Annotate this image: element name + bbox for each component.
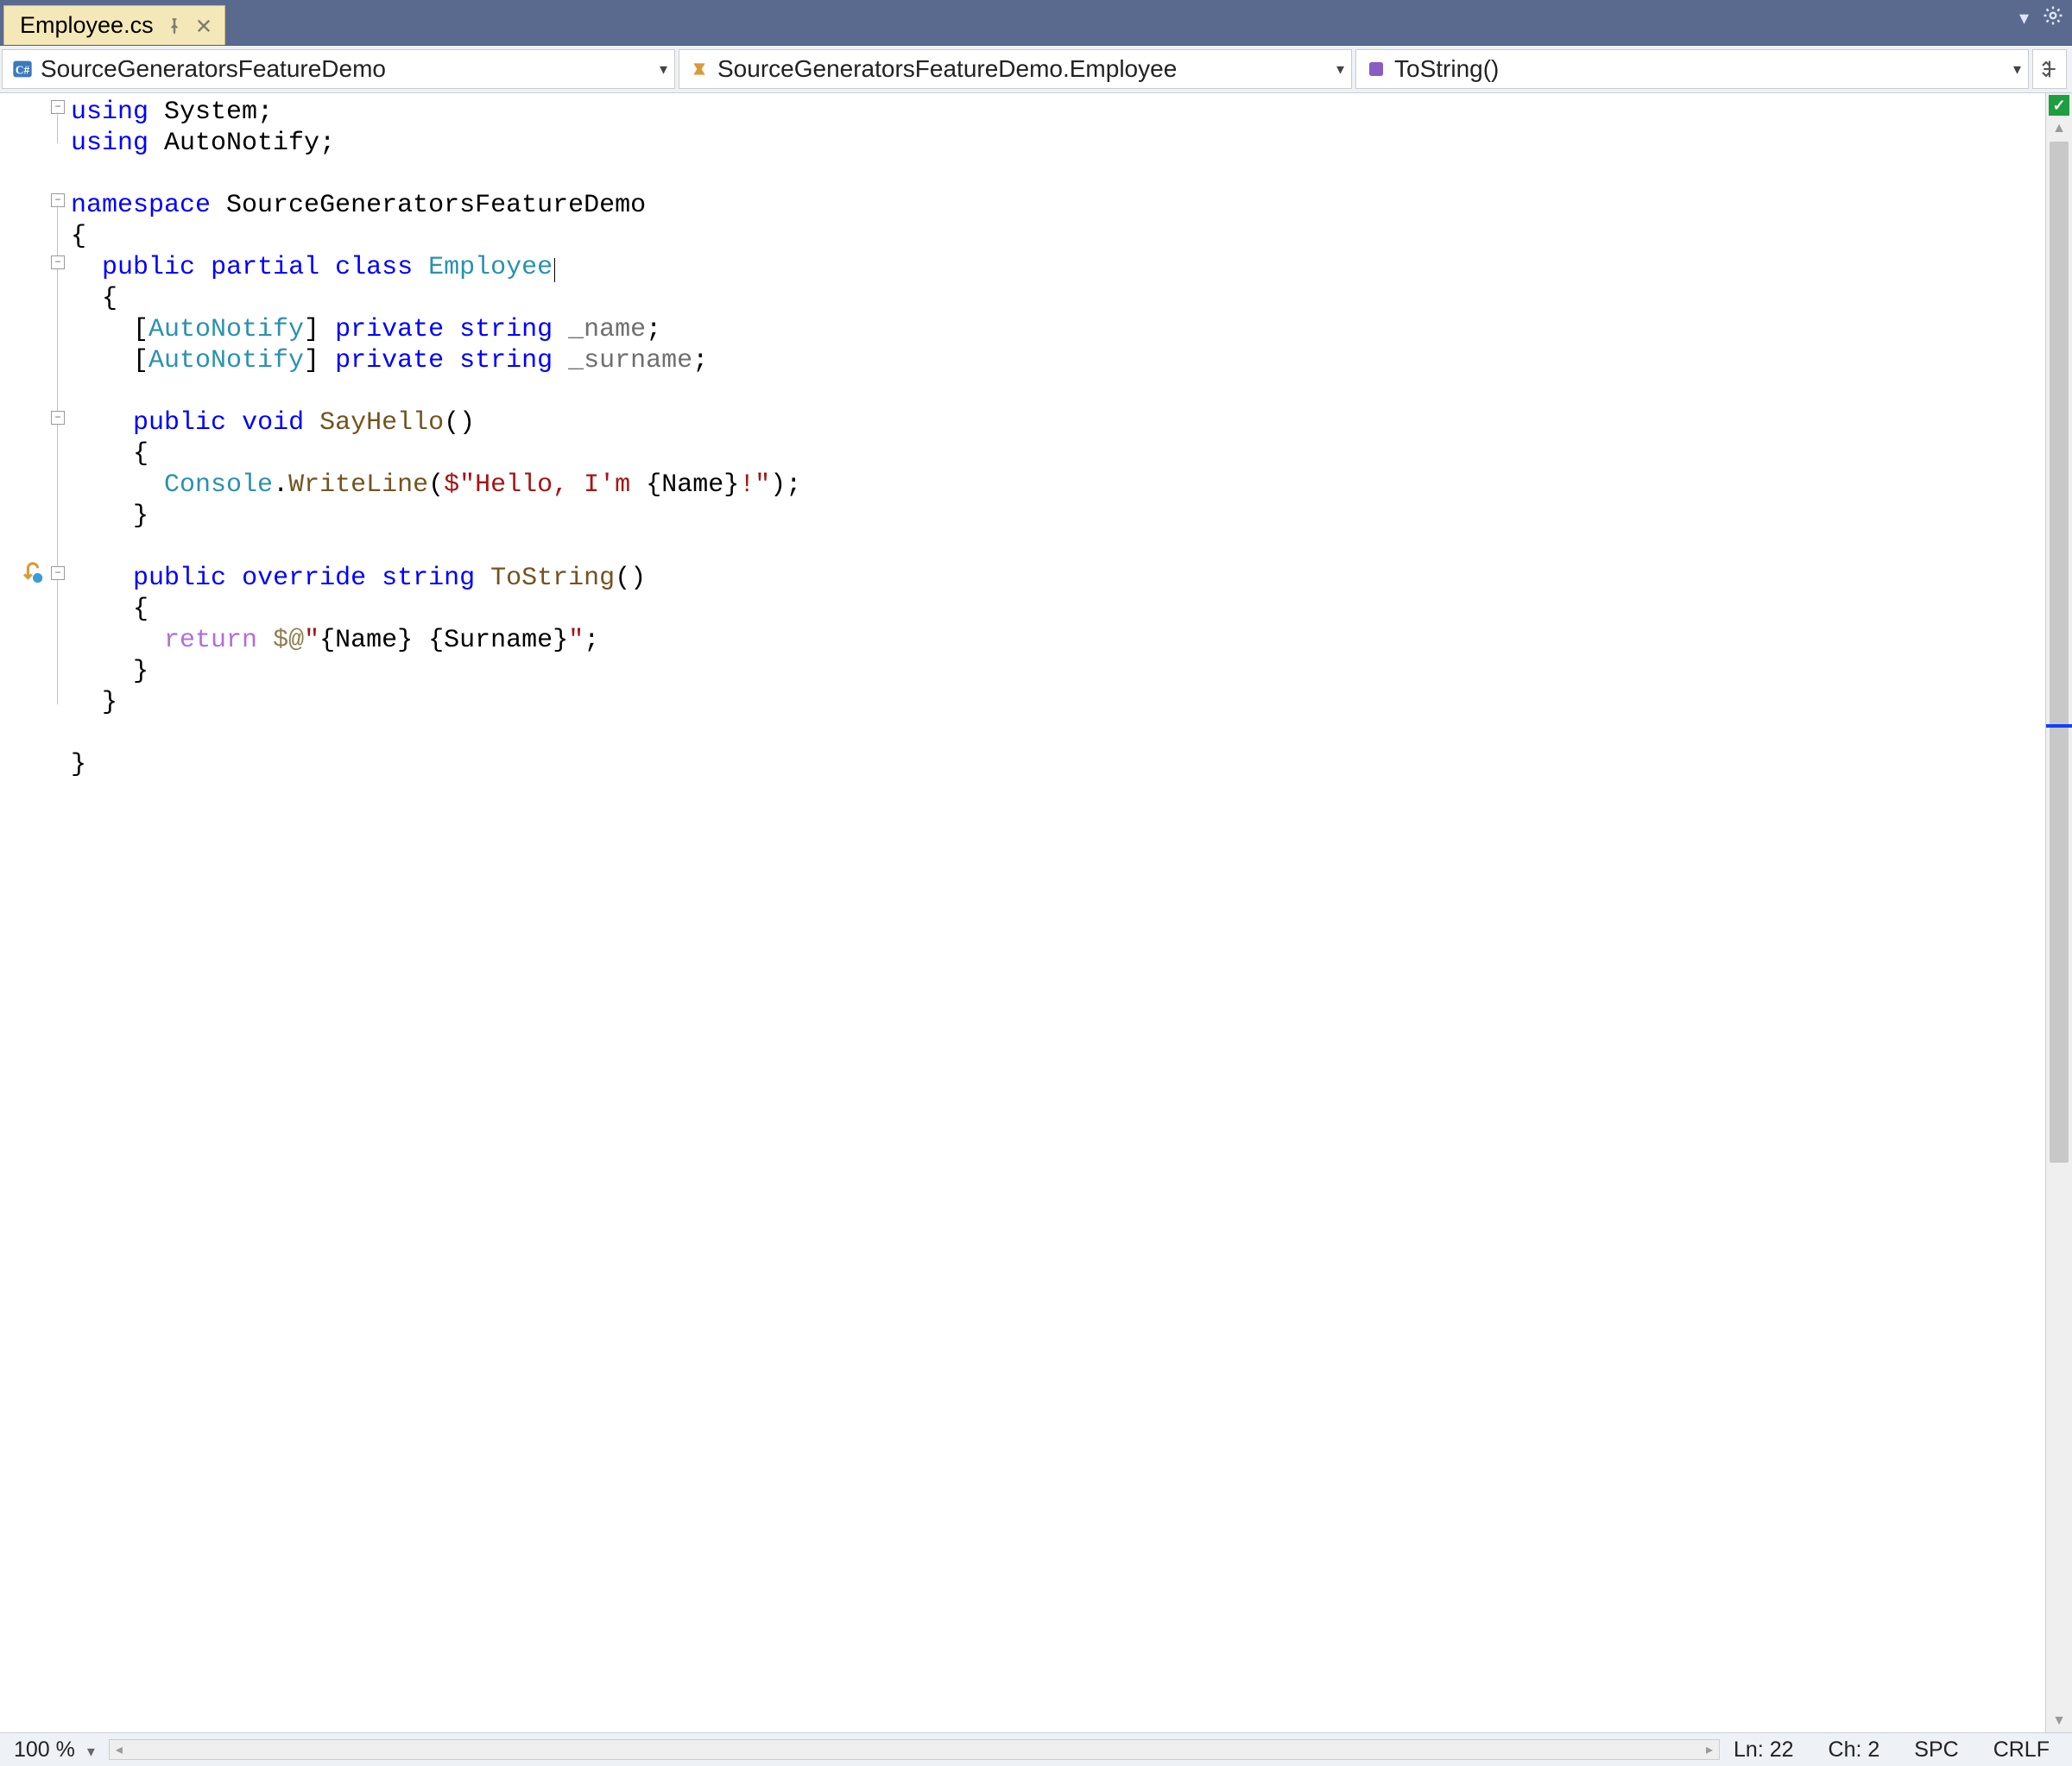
token-attribute: AutoNotify: [148, 346, 304, 375]
glyph-margin: [0, 93, 48, 1732]
project-dropdown[interactable]: C# SourceGeneratorsFeatureDemo: [2, 49, 675, 89]
token-string: "Hello, I'm: [459, 470, 646, 500]
horizontal-scrollbar[interactable]: ◂ ▸: [109, 1739, 1720, 1760]
active-files-dropdown-icon[interactable]: [2014, 5, 2029, 28]
fold-toggle[interactable]: −: [51, 411, 65, 425]
method-icon: [1365, 58, 1387, 80]
close-icon[interactable]: [195, 17, 212, 35]
member-dropdown[interactable]: ToString(): [1355, 49, 2029, 89]
text-caret: [554, 258, 555, 282]
fold-toggle[interactable]: −: [51, 100, 65, 114]
status-items: Ln: 22 Ch: 2 SPC CRLF: [1725, 1738, 2072, 1763]
svg-text:C#: C#: [16, 63, 30, 76]
type-dropdown[interactable]: SourceGeneratorsFeatureDemo.Employee: [679, 49, 1352, 89]
token-keyword: override: [242, 564, 366, 593]
token-namespace: SourceGeneratorsFeatureDemo: [226, 191, 646, 220]
token-type: Employee: [428, 253, 553, 282]
token-type: Console: [164, 470, 273, 500]
scroll-up-icon[interactable]: ▲: [2046, 121, 2072, 136]
overview-ruler-caret-mark: [2046, 724, 2072, 728]
token-method: WriteLine: [288, 470, 428, 500]
token-keyword: void: [242, 408, 304, 438]
fold-toggle[interactable]: −: [51, 255, 65, 269]
token-keyword: using: [71, 129, 148, 158]
token-keyword: return: [164, 626, 257, 655]
token-method: SayHello: [319, 408, 444, 438]
token-keyword: using: [71, 98, 148, 127]
vertical-scrollbar-thumb[interactable]: [2050, 142, 2069, 1163]
token-keyword: string: [382, 564, 475, 593]
token-keyword: namespace: [71, 191, 211, 220]
token-keyword: string: [459, 346, 553, 375]
code-editor: − − − − − using System; using AutoNotify…: [0, 93, 2072, 1732]
token-keyword: private: [335, 315, 444, 344]
token-field: _name: [568, 315, 646, 344]
code-navigation-bar: C# SourceGeneratorsFeatureDemo SourceGen…: [0, 46, 2072, 93]
split-editor-button[interactable]: [2032, 49, 2067, 89]
token-field: _surname: [568, 346, 692, 375]
status-line-ending[interactable]: CRLF: [1993, 1738, 2050, 1763]
token-method: ToString: [490, 564, 615, 593]
token-string: !": [739, 470, 770, 500]
fold-toggle[interactable]: −: [51, 566, 65, 580]
token-string-prefix: $@: [273, 626, 304, 655]
token-namespace: System: [164, 98, 257, 127]
document-tab-employee[interactable]: Employee.cs: [3, 5, 225, 45]
class-icon: [688, 58, 711, 80]
overview-ruler[interactable]: ▲ ▼: [2045, 93, 2072, 1732]
error-indicator-ok-icon[interactable]: [2049, 95, 2069, 116]
token-keyword: class: [335, 253, 413, 282]
code-text-area[interactable]: using System; using AutoNotify; namespac…: [67, 93, 2045, 1732]
token-namespace: AutoNotify: [164, 129, 319, 158]
token-keyword: public: [102, 253, 195, 282]
token-string: ": [304, 626, 319, 655]
document-tab-strip: Employee.cs: [0, 0, 2072, 46]
type-dropdown-label: SourceGeneratorsFeatureDemo.Employee: [717, 55, 1324, 83]
gear-icon[interactable]: [2043, 5, 2063, 28]
token-keyword: public: [133, 564, 226, 593]
scroll-right-icon[interactable]: ▸: [1700, 1740, 1719, 1759]
chevron-down-icon: [79, 1738, 95, 1763]
override-glyph-icon[interactable]: [21, 561, 45, 585]
fold-toggle[interactable]: −: [51, 193, 65, 207]
token-keyword: string: [459, 315, 553, 344]
project-dropdown-label: SourceGeneratorsFeatureDemo: [41, 55, 648, 83]
token-string: $: [444, 470, 459, 500]
scroll-down-icon[interactable]: ▼: [2046, 1713, 2072, 1729]
scroll-left-icon[interactable]: ◂: [110, 1740, 129, 1759]
member-dropdown-label: ToString(): [1394, 55, 2001, 83]
editor-status-bar: 100 % ◂ ▸ Ln: 22 Ch: 2 SPC CRLF: [0, 1732, 2072, 1766]
pin-icon[interactable]: [166, 17, 183, 35]
status-line[interactable]: Ln: 22: [1734, 1738, 1794, 1763]
document-tab-filename: Employee.cs: [20, 12, 154, 39]
token-property: Name: [335, 626, 397, 655]
csharp-project-icon: C#: [11, 58, 34, 80]
fold-guideline: [57, 112, 58, 143]
token-keyword: private: [335, 346, 444, 375]
status-column[interactable]: Ch: 2: [1829, 1738, 1880, 1763]
zoom-level-dropdown[interactable]: 100 %: [0, 1738, 104, 1763]
token-keyword: public: [133, 408, 226, 438]
zoom-level-label: 100 %: [14, 1738, 75, 1763]
token-property: Surname: [444, 626, 553, 655]
token-attribute: AutoNotify: [148, 315, 304, 344]
token-keyword: partial: [211, 253, 319, 282]
fold-guideline: [57, 205, 58, 704]
status-whitespace[interactable]: SPC: [1914, 1738, 1958, 1763]
token-string: ": [568, 626, 584, 655]
outlining-margin: − − − − −: [48, 93, 67, 1732]
tab-strip-actions: [2014, 5, 2063, 28]
token-property: Name: [661, 470, 723, 500]
